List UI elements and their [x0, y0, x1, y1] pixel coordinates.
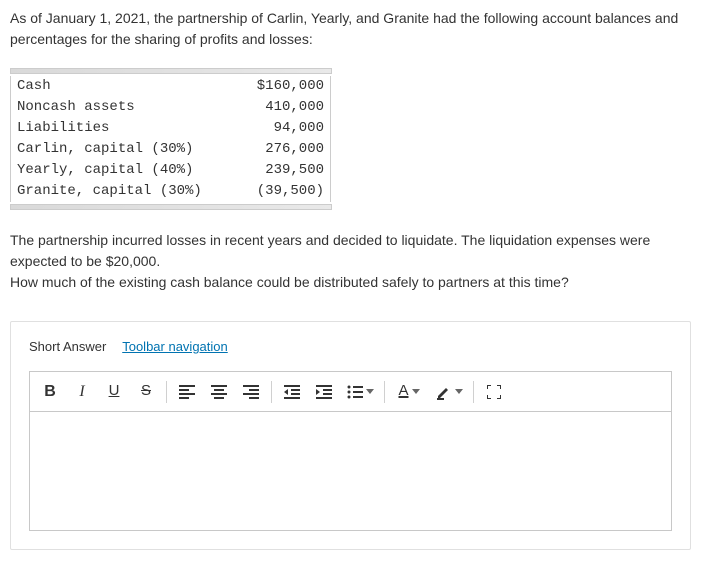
- table-row: Carlin, capital (30%) 276,000: [11, 139, 331, 160]
- fullscreen-button[interactable]: [478, 376, 510, 408]
- list-button[interactable]: [340, 376, 380, 408]
- strikethrough-button[interactable]: S: [130, 376, 162, 408]
- ledger-label: Noncash assets: [11, 97, 231, 118]
- list-icon: [347, 385, 363, 399]
- toolbar-navigation-link[interactable]: Toolbar navigation: [122, 339, 228, 354]
- outdent-button[interactable]: [276, 376, 308, 408]
- ledger-value: (39,500): [231, 181, 331, 202]
- align-left-icon: [179, 385, 195, 399]
- table-row: Cash $160,000: [11, 76, 331, 97]
- table-row: Granite, capital (30%) (39,500): [11, 181, 331, 202]
- ledger-value: 239,500: [231, 160, 331, 181]
- answer-header: Short Answer Toolbar navigation: [29, 336, 672, 357]
- bold-icon: B: [44, 380, 56, 404]
- editor-textarea[interactable]: [30, 412, 671, 530]
- toolbar-separator: [473, 381, 474, 403]
- rich-text-editor: B I U S: [29, 371, 672, 531]
- indent-icon: [316, 385, 332, 399]
- toolbar-separator: [166, 381, 167, 403]
- underline-button[interactable]: U: [98, 376, 130, 408]
- followup-text-1: The partnership incurred losses in recen…: [10, 230, 691, 272]
- italic-icon: I: [79, 380, 84, 404]
- answer-panel: Short Answer Toolbar navigation B I U S: [10, 321, 691, 550]
- toolbar-separator: [384, 381, 385, 403]
- question-intro: As of January 1, 2021, the partnership o…: [10, 8, 691, 50]
- short-answer-label: Short Answer: [29, 339, 106, 354]
- chevron-down-icon: [455, 389, 463, 394]
- align-center-icon: [211, 385, 227, 399]
- highlight-button[interactable]: [429, 376, 469, 408]
- ledger-label: Liabilities: [11, 118, 231, 139]
- text-color-button[interactable]: A: [389, 376, 429, 408]
- strikethrough-icon: S: [141, 380, 151, 403]
- table-row: Liabilities 94,000: [11, 118, 331, 139]
- underline-icon: U: [109, 380, 120, 403]
- ledger-value: 276,000: [231, 139, 331, 160]
- ledger-label: Granite, capital (30%): [11, 181, 231, 202]
- ledger-label: Yearly, capital (40%): [11, 160, 231, 181]
- ledger-table: Cash $160,000 Noncash assets 410,000 Lia…: [10, 76, 331, 202]
- table-row: Noncash assets 410,000: [11, 97, 331, 118]
- table-row: Yearly, capital (40%) 239,500: [11, 160, 331, 181]
- chevron-down-icon: [366, 389, 374, 394]
- ledger-value: 94,000: [231, 118, 331, 139]
- followup-text-2: How much of the existing cash balance co…: [10, 272, 691, 293]
- ledger-value: $160,000: [231, 76, 331, 97]
- editor-toolbar: B I U S: [30, 372, 671, 412]
- bold-button[interactable]: B: [34, 376, 66, 408]
- align-right-icon: [243, 385, 259, 399]
- align-left-button[interactable]: [171, 376, 203, 408]
- account-ledger: Cash $160,000 Noncash assets 410,000 Lia…: [10, 68, 691, 210]
- indent-button[interactable]: [308, 376, 340, 408]
- ledger-label: Cash: [11, 76, 231, 97]
- chevron-down-icon: [412, 389, 420, 394]
- italic-button[interactable]: I: [66, 376, 98, 408]
- outdent-icon: [284, 385, 300, 399]
- ledger-value: 410,000: [231, 97, 331, 118]
- ledger-label: Carlin, capital (30%): [11, 139, 231, 160]
- question-followup: The partnership incurred losses in recen…: [10, 230, 691, 293]
- ledger-scroll-top: [10, 68, 332, 74]
- align-right-button[interactable]: [235, 376, 267, 408]
- fullscreen-icon: [487, 385, 501, 399]
- text-color-icon: A: [398, 380, 408, 403]
- ledger-scroll-bottom: [10, 204, 332, 210]
- highlight-icon: [436, 384, 452, 400]
- align-center-button[interactable]: [203, 376, 235, 408]
- toolbar-separator: [271, 381, 272, 403]
